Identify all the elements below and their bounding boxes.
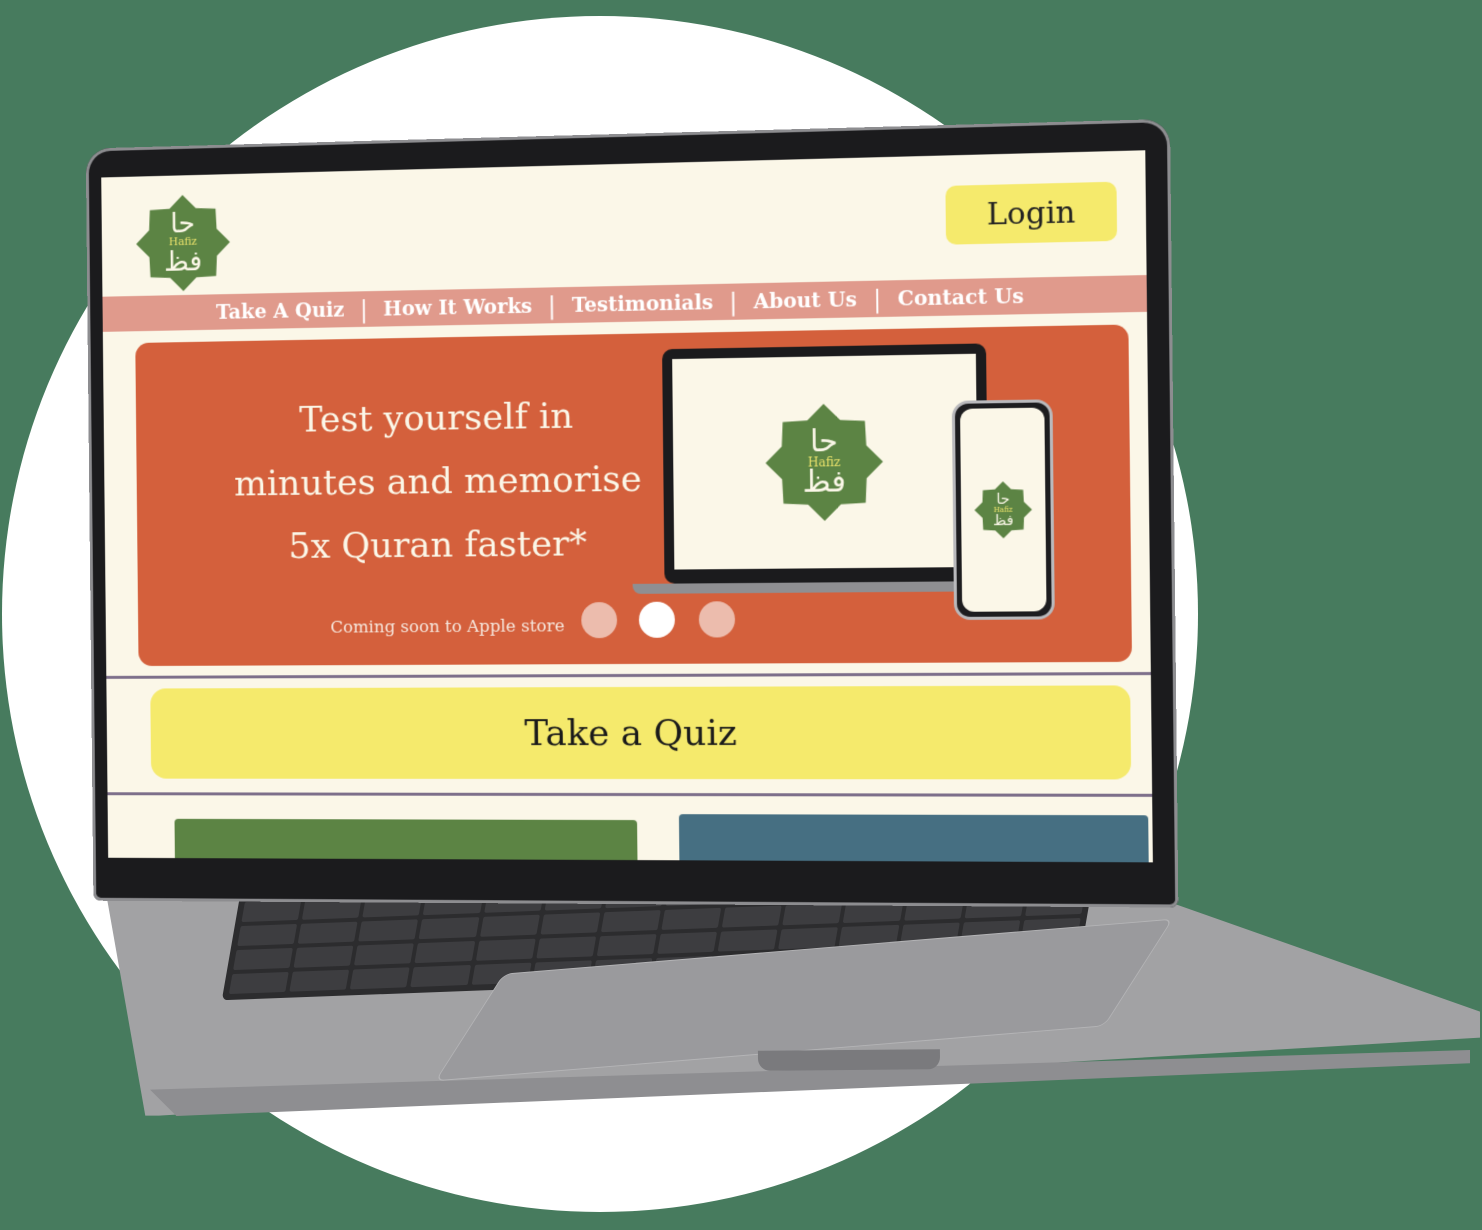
mockup-logo: حا Hafiz فظ — [765, 403, 884, 522]
keyboard-key — [782, 903, 843, 926]
carousel-dot-2[interactable] — [638, 601, 676, 638]
keyboard-key — [540, 912, 601, 935]
phone-logo-arabic-top: حا — [996, 490, 1010, 508]
nav-testimonials[interactable]: Testimonials — [572, 290, 714, 317]
keyboard-key — [414, 941, 475, 964]
hero-line-1: Test yourself in — [299, 395, 574, 441]
hero-headline: Test yourself in minutes and memorise 5x… — [222, 383, 655, 579]
nav-separator: | — [729, 287, 738, 316]
nav-separator: | — [547, 291, 557, 320]
keyboard-key — [657, 931, 718, 954]
logo-arabic-bottom: فظ — [163, 244, 203, 278]
quiz-cards — [108, 805, 1153, 863]
keyboard-key — [717, 929, 778, 952]
keyboard-key — [721, 905, 782, 928]
login-button[interactable]: Login — [945, 181, 1118, 245]
keyboard-key — [535, 936, 597, 959]
keyboard-key — [233, 947, 294, 971]
mockup-phone-logo: حا Hafiz فظ — [974, 481, 1032, 539]
carousel-dot-1[interactable] — [581, 602, 618, 639]
keyboard-key — [293, 945, 354, 968]
keyboard-key — [350, 967, 411, 990]
site-header: حا Hafiz فظ Login — [101, 150, 1146, 296]
keyboard-key — [289, 969, 350, 992]
keyboard-key — [297, 921, 358, 944]
nav-separator: | — [872, 284, 882, 314]
section-divider — [106, 672, 1151, 679]
hero-banner: Test yourself in minutes and memorise 5x… — [135, 324, 1132, 667]
quiz-card-green[interactable] — [174, 818, 638, 863]
quiz-card-blue[interactable] — [678, 814, 1149, 863]
keyboard-key — [479, 914, 540, 937]
keyboard-key — [228, 971, 289, 995]
nav-separator: | — [359, 295, 368, 323]
laptop-notch — [757, 1049, 941, 1071]
coming-soon-text: Coming soon to Apple store — [330, 616, 565, 638]
hero-line-3: 5x Quran faster* — [288, 523, 588, 567]
hero-line-2: minutes and memorise — [233, 458, 642, 505]
website-screen: حا Hafiz فظ Login Take A Quiz | How It W… — [101, 150, 1153, 863]
keyboard-key — [418, 917, 480, 940]
carousel-dot-3[interactable] — [698, 601, 736, 638]
device-mockup-laptop-base — [632, 581, 967, 594]
hafiz-logo[interactable]: حا Hafiz فظ — [136, 194, 231, 292]
keyboard-key — [600, 910, 661, 933]
keyboard-key — [241, 899, 302, 923]
keyboard-key — [596, 934, 657, 957]
phone-logo-arabic-bottom: فظ — [992, 512, 1014, 529]
mockup-logo-arabic-top: حا — [809, 423, 839, 460]
section-divider — [107, 792, 1153, 797]
logo-arabic-top: حا — [170, 206, 196, 240]
nav-take-a-quiz[interactable]: Take A Quiz — [216, 298, 344, 324]
laptop-lid: حا Hafiz فظ Login Take A Quiz | How It W… — [85, 118, 1179, 908]
device-mockup-phone: حا Hafiz فظ — [951, 399, 1055, 620]
device-mockup-laptop: حا Hafiz فظ — [662, 343, 989, 584]
take-a-quiz-heading[interactable]: Take a Quiz — [150, 685, 1132, 780]
nav-how-it-works[interactable]: How It Works — [383, 294, 532, 321]
keyboard-key — [475, 938, 536, 961]
keyboard-key — [358, 919, 419, 942]
keyboard-key — [354, 943, 415, 966]
keyboard-key — [661, 907, 722, 930]
keyboard-key — [237, 923, 298, 947]
nav-about-us[interactable]: About Us — [753, 287, 857, 313]
nav-contact-us[interactable]: Contact Us — [898, 284, 1024, 311]
keyboard-key — [410, 964, 471, 988]
mockup-logo-arabic-bottom: فظ — [802, 464, 847, 500]
